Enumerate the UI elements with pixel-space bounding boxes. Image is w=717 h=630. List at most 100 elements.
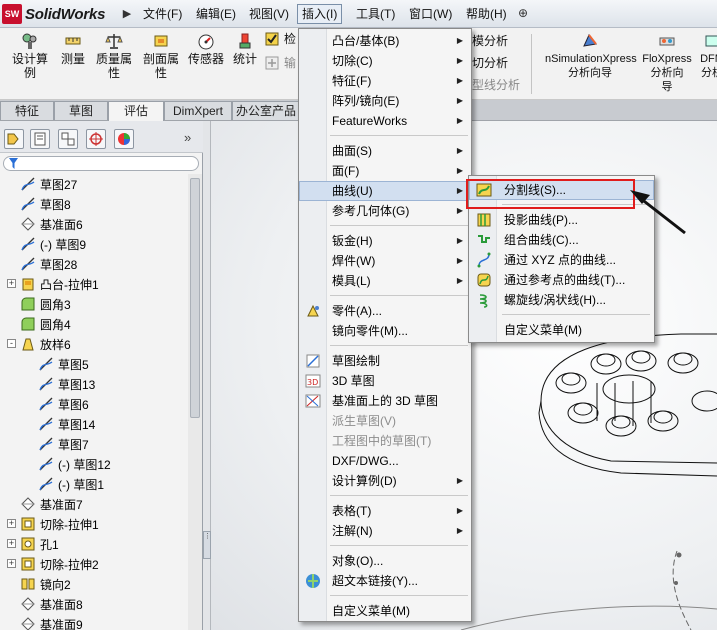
- tree-item[interactable]: 草图7: [38, 434, 89, 454]
- tree-item[interactable]: + 切除-拉伸1: [7, 514, 99, 534]
- expand-icon[interactable]: +: [7, 519, 16, 528]
- section-properties-button[interactable]: 剖面属 性: [140, 32, 182, 80]
- tree-item[interactable]: 圆角4: [20, 314, 71, 334]
- tree-item[interactable]: 草图13: [38, 374, 95, 394]
- menu-file[interactable]: 文件(F): [139, 4, 186, 24]
- measure-button[interactable]: 测量: [58, 32, 88, 66]
- insert-menu-item[interactable]: 模具(L) ▶: [299, 271, 471, 291]
- tree-item[interactable]: 基准面6: [20, 214, 83, 234]
- mass-properties-button[interactable]: 质量属 性: [93, 32, 135, 80]
- tab-dimxpert[interactable]: DimXpert: [164, 101, 232, 120]
- insert-menu-item[interactable]: FeatureWorks ▶: [299, 111, 471, 131]
- configuration-manager-tab[interactable]: [58, 129, 78, 149]
- insert-menu-item[interactable]: 曲面(S) ▶: [299, 141, 471, 161]
- feature-tree-tab[interactable]: [4, 129, 24, 149]
- tree-item[interactable]: 基准面7: [20, 494, 83, 514]
- tab-evaluate[interactable]: 评估: [108, 101, 164, 121]
- check-button[interactable]: 检: [265, 32, 297, 46]
- expand-icon[interactable]: +: [7, 279, 16, 288]
- partial-analysis-3[interactable]: 型线分析: [472, 78, 520, 92]
- tree-item[interactable]: 草图5: [38, 354, 89, 374]
- tree-item[interactable]: 基准面9: [20, 614, 83, 630]
- tree-item-label: 草图6: [58, 397, 89, 412]
- tab-office-products[interactable]: 办公室产品: [232, 101, 300, 120]
- insert-menu-item[interactable]: 阵列/镜向(E) ▶: [299, 91, 471, 111]
- collapse-icon[interactable]: -: [7, 339, 16, 348]
- floxpress-button[interactable]: FloXpress 分析向 导: [641, 32, 693, 94]
- insert-menu-item[interactable]: 凸台/基体(B) ▶: [299, 31, 471, 51]
- collapse-panel-handle[interactable]: ⋮: [203, 531, 211, 559]
- insert-menu-item[interactable]: 注解(N) ▶: [299, 521, 471, 541]
- menu-view[interactable]: 视图(V): [245, 4, 293, 24]
- insert-menu-item[interactable]: 零件(A)...: [299, 301, 471, 321]
- insert-menu-item[interactable]: 对象(O)...: [299, 551, 471, 571]
- feature-tree-scrollbar[interactable]: [188, 174, 202, 630]
- design-study-button[interactable]: 设计算 例: [8, 32, 52, 80]
- expand-icon[interactable]: +: [7, 539, 16, 548]
- tree-item[interactable]: 草图28: [20, 254, 77, 274]
- statistics-button[interactable]: 统计: [231, 32, 259, 66]
- partial-analysis-1[interactable]: 模分析: [472, 34, 508, 48]
- tree-item[interactable]: (-) 草图12: [38, 454, 111, 474]
- menu-window[interactable]: 窗口(W): [405, 4, 456, 24]
- sensor-button[interactable]: 传感器: [187, 32, 225, 66]
- insert-menu-item[interactable]: 表格(T) ▶: [299, 501, 471, 521]
- insert-menu-item[interactable]: 设计算例(D) ▶: [299, 471, 471, 491]
- panel-splitter[interactable]: ⋮: [203, 121, 211, 630]
- tree-item[interactable]: + 孔1: [7, 534, 59, 554]
- tree-item[interactable]: 基准面8: [20, 594, 83, 614]
- insert-menu-item[interactable]: 派生草图(V): [299, 411, 471, 431]
- tree-item[interactable]: - 放样6: [7, 334, 71, 354]
- tree-item[interactable]: 镜向2: [20, 574, 71, 594]
- dfm-button[interactable]: DFM 分析: [697, 32, 717, 80]
- curves-submenu-item[interactable]: 通过 XYZ 点的曲线...: [469, 250, 654, 270]
- tab-sketch[interactable]: 草图: [54, 101, 108, 120]
- menu-separator: [330, 495, 468, 496]
- menu-insert[interactable]: 插入(I): [297, 4, 343, 24]
- solidworks-logo[interactable]: SW SolidWorks: [2, 3, 105, 25]
- tree-item[interactable]: + 切除-拉伸2: [7, 554, 99, 574]
- tree-item[interactable]: 草图6: [38, 394, 89, 414]
- partial-analysis-2[interactable]: 切分析: [472, 56, 508, 70]
- insert-menu-item[interactable]: 钣金(H) ▶: [299, 231, 471, 251]
- menu-edit[interactable]: 编辑(E): [192, 4, 240, 24]
- insert-menu-item[interactable]: 曲线(U) ▶: [299, 181, 471, 201]
- insert-menu-item[interactable]: 基准面上的 3D 草图: [299, 391, 471, 411]
- insert-menu-item[interactable]: 面(F) ▶: [299, 161, 471, 181]
- tree-item[interactable]: (-) 草图1: [38, 474, 104, 494]
- insert-menu-item[interactable]: 草图绘制: [299, 351, 471, 371]
- tree-item[interactable]: 草图14: [38, 414, 95, 434]
- scrollbar-thumb[interactable]: [190, 178, 200, 418]
- insert-menu-item[interactable]: 自定义菜单(M): [299, 601, 471, 621]
- expand-icon[interactable]: +: [7, 559, 16, 568]
- insert-menu-item[interactable]: 特征(F) ▶: [299, 71, 471, 91]
- pin-icon[interactable]: ⊕: [518, 6, 528, 20]
- tree-item[interactable]: 圆角3: [20, 294, 71, 314]
- dimxpert-manager-tab[interactable]: [86, 129, 106, 149]
- curves-submenu-item[interactable]: 自定义菜单(M): [469, 320, 654, 340]
- tree-item[interactable]: (-) 草图9: [20, 234, 86, 254]
- simulationxpress-button[interactable]: nSimulationXpress 分析向导: [545, 32, 637, 80]
- insert-menu-item[interactable]: 3D 3D 草图: [299, 371, 471, 391]
- insert-menu-item[interactable]: 镜向零件(M)...: [299, 321, 471, 341]
- curves-submenu-item[interactable]: 通过参考点的曲线(T)...: [469, 270, 654, 290]
- insert-menu-item[interactable]: 超文本链接(Y)...: [299, 571, 471, 591]
- tree-item[interactable]: 草图8: [20, 194, 71, 214]
- import-button[interactable]: 输: [265, 56, 297, 70]
- menu-help[interactable]: 帮助(H): [462, 4, 511, 24]
- menu-tools[interactable]: 工具(T): [352, 4, 399, 24]
- property-manager-tab[interactable]: [30, 129, 50, 149]
- insert-menu-item[interactable]: 工程图中的草图(T): [299, 431, 471, 451]
- insert-menu-item[interactable]: 参考几何体(G) ▶: [299, 201, 471, 221]
- chevron-right-icon[interactable]: ▶: [122, 5, 132, 23]
- insert-menu-item[interactable]: DXF/DWG...: [299, 451, 471, 471]
- tree-item[interactable]: 草图27: [20, 174, 77, 194]
- tab-features[interactable]: 特征: [0, 101, 54, 120]
- tree-item[interactable]: + 凸台-拉伸1: [7, 274, 99, 294]
- curves-submenu-item[interactable]: 螺旋线/涡状线(H)...: [469, 290, 654, 310]
- feature-filter-input[interactable]: [3, 156, 199, 171]
- insert-menu-item[interactable]: 切除(C) ▶: [299, 51, 471, 71]
- display-manager-tab[interactable]: [114, 129, 134, 149]
- insert-menu-item[interactable]: 焊件(W) ▶: [299, 251, 471, 271]
- chevron-double-right-icon[interactable]: »: [184, 130, 191, 145]
